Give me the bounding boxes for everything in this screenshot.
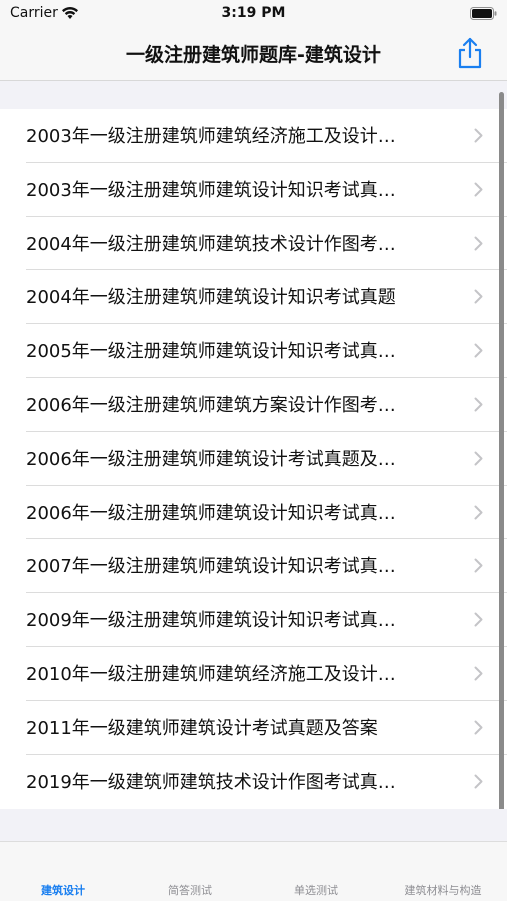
chevron-right-icon bbox=[474, 720, 483, 735]
list-item[interactable]: 2006年一级注册建筑师建筑设计知识考试真… bbox=[0, 486, 507, 540]
list-item-label: 2003年一级注册建筑师建筑设计知识考试真… bbox=[26, 179, 396, 201]
chevron-right-icon bbox=[474, 612, 483, 627]
chevron-right-icon bbox=[474, 451, 483, 466]
list-item-label: 2004年一级注册建筑师建筑设计知识考试真题 bbox=[26, 287, 396, 309]
list-item-label: 2005年一级注册建筑师建筑设计知识考试真… bbox=[26, 341, 396, 363]
chevron-right-icon bbox=[474, 236, 483, 251]
tab-1[interactable]: 建筑设计 bbox=[0, 882, 126, 898]
section-header-spacer bbox=[0, 81, 507, 109]
chevron-right-icon bbox=[474, 128, 483, 143]
page-title: 一级注册建筑师题库-建筑设计 bbox=[126, 44, 381, 66]
list-item[interactable]: 2010年一级注册建筑师建筑经济施工及设计… bbox=[0, 647, 507, 701]
list-item-label: 2006年一级注册建筑师建筑设计考试真题及… bbox=[26, 448, 396, 470]
list-item-label: 2006年一级注册建筑师建筑方案设计作图考… bbox=[26, 394, 396, 416]
chevron-right-icon bbox=[474, 182, 483, 197]
share-icon[interactable] bbox=[455, 36, 485, 70]
list-item-label: 2004年一级注册建筑师建筑技术设计作图考… bbox=[26, 233, 396, 255]
list-item[interactable]: 2006年一级注册建筑师建筑方案设计作图考… bbox=[0, 378, 507, 432]
list-item-label: 2007年一级注册建筑师建筑设计知识考试真… bbox=[26, 556, 396, 578]
chevron-right-icon bbox=[474, 397, 483, 412]
list-item[interactable]: 2005年一级注册建筑师建筑设计知识考试真… bbox=[0, 324, 507, 378]
navigation-bar: 一级注册建筑师题库-建筑设计 bbox=[0, 28, 507, 81]
chevron-right-icon bbox=[474, 666, 483, 681]
tab-3[interactable]: 单选测试 bbox=[253, 882, 379, 898]
chevron-right-icon bbox=[474, 343, 483, 358]
list-item[interactable]: 2019年一级建筑师建筑技术设计作图考试真… bbox=[0, 755, 507, 809]
list-item-label: 2019年一级建筑师建筑技术设计作图考试真… bbox=[26, 771, 396, 793]
list-item[interactable]: 2003年一级注册建筑师建筑经济施工及设计… bbox=[0, 109, 507, 163]
list-item[interactable]: 2009年一级注册建筑师建筑设计知识考试真… bbox=[0, 593, 507, 647]
tab-bar: 建筑设计 简答测试 单选测试 建筑材料与构造 bbox=[0, 841, 507, 901]
list-item[interactable]: 2011年一级建筑师建筑设计考试真题及答案 bbox=[0, 701, 507, 755]
tab-2[interactable]: 简答测试 bbox=[127, 882, 253, 898]
chevron-right-icon bbox=[474, 505, 483, 520]
status-time: 3:19 PM bbox=[221, 5, 286, 21]
list-item[interactable]: 2003年一级注册建筑师建筑设计知识考试真… bbox=[0, 163, 507, 217]
list-item-label: 2006年一级注册建筑师建筑设计知识考试真… bbox=[26, 502, 396, 524]
list-item[interactable]: 2007年一级注册建筑师建筑设计知识考试真… bbox=[0, 539, 507, 594]
tab-4[interactable]: 建筑材料与构造 bbox=[380, 882, 506, 898]
list-item-label: 2010年一级注册建筑师建筑经济施工及设计… bbox=[26, 663, 396, 685]
list-item-label: 2011年一级建筑师建筑设计考试真题及答案 bbox=[26, 717, 378, 739]
chevron-right-icon bbox=[474, 774, 483, 789]
section-footer-spacer bbox=[0, 809, 507, 841]
list-item[interactable]: 2006年一级注册建筑师建筑设计考试真题及… bbox=[0, 432, 507, 486]
chevron-right-icon bbox=[474, 289, 483, 304]
list-item[interactable]: 2004年一级注册建筑师建筑设计知识考试真题 bbox=[0, 270, 507, 325]
chevron-right-icon bbox=[474, 558, 483, 573]
scrollbar[interactable] bbox=[499, 92, 504, 822]
status-bar: Carrier 3:19 PM bbox=[0, 0, 507, 28]
battery-icon bbox=[470, 7, 497, 20]
list-item[interactable]: 2004年一级注册建筑师建筑技术设计作图考… bbox=[0, 217, 507, 271]
exam-list: 2003年一级注册建筑师建筑经济施工及设计… 2003年一级注册建筑师建筑设计知识… bbox=[0, 109, 507, 809]
list-item-label: 2003年一级注册建筑师建筑经济施工及设计… bbox=[26, 126, 396, 147]
list-item-label: 2009年一级注册建筑师建筑设计知识考试真… bbox=[26, 610, 396, 632]
